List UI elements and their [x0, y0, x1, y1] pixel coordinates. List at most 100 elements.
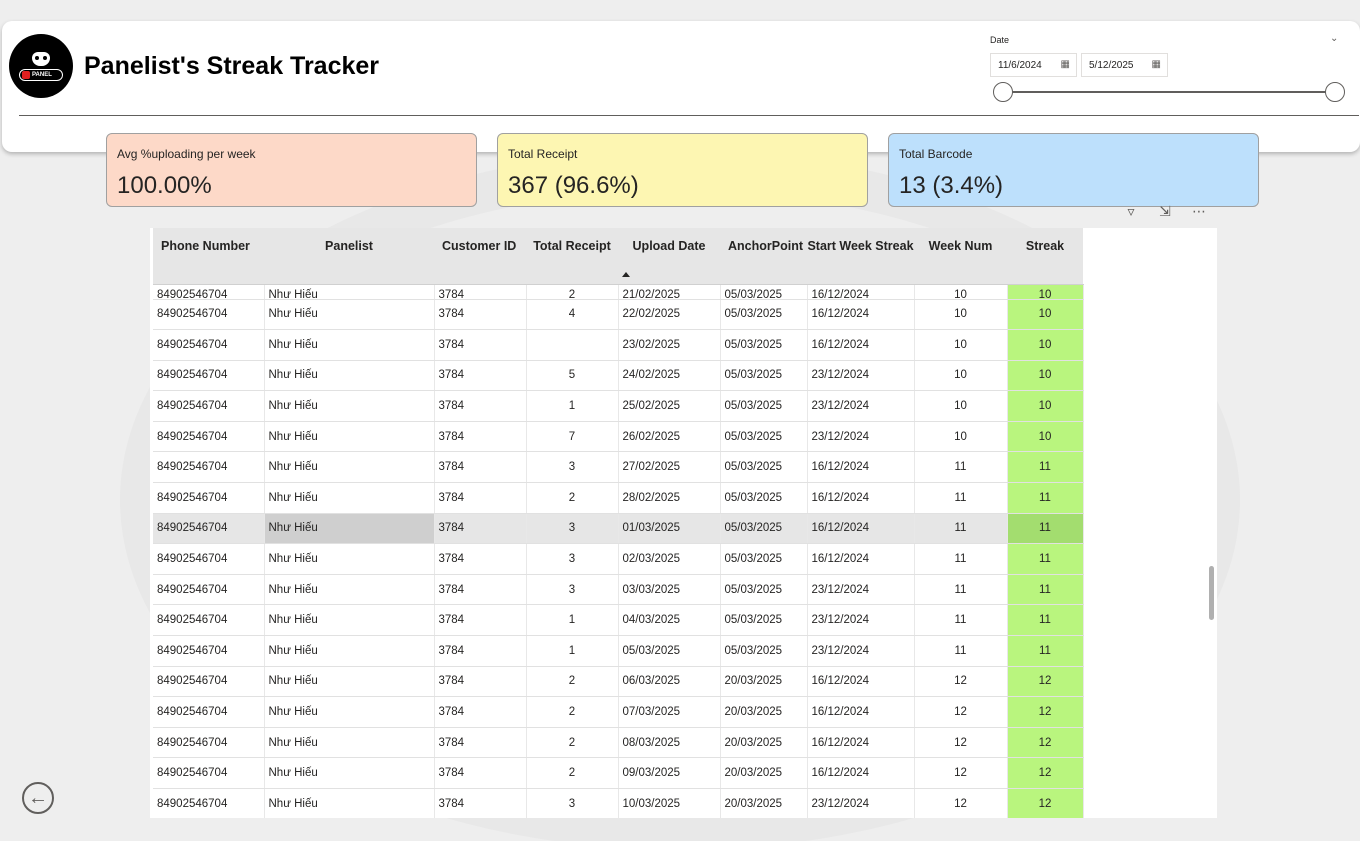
table-cell[interactable]: 26/02/2025 — [618, 421, 721, 453]
table-cell[interactable]: 20/03/2025 — [720, 788, 808, 818]
filter-icon[interactable]: ▿ — [1120, 200, 1142, 222]
table-cell[interactable]: 3 — [526, 788, 619, 818]
table-row[interactable]: 84902546704 Như Hiếu 3784 2 08/03/2025 20/03/… — [153, 727, 1084, 759]
table-cell[interactable]: 3784 — [434, 574, 527, 606]
table-cell[interactable]: 84902546704 — [153, 360, 265, 392]
table-cell[interactable]: 2 — [526, 727, 619, 759]
table-cell[interactable]: 2 — [526, 482, 619, 514]
table-cell[interactable]: 84902546704 — [153, 482, 265, 514]
table-row[interactable]: 84902546704 Như Hiếu 3784 3 01/03/2025 05/03/… — [153, 513, 1084, 545]
start-date-input[interactable]: 11/6/2024 ▦ — [990, 53, 1077, 77]
table-cell[interactable]: 06/03/2025 — [618, 666, 721, 698]
table-cell[interactable]: 05/03/2025 — [720, 360, 808, 392]
table-cell[interactable]: 23/12/2024 — [807, 574, 915, 606]
table-cell[interactable]: 7 — [526, 421, 619, 453]
table-cell[interactable]: 16/12/2024 — [807, 482, 915, 514]
table-cell[interactable]: 20/03/2025 — [720, 696, 808, 728]
table-cell[interactable]: 3784 — [434, 696, 527, 728]
table-row[interactable]: 84902546704 Như Hiếu 3784 1 25/02/2025 05/03/… — [153, 390, 1084, 422]
table-cell[interactable]: 84902546704 — [153, 329, 265, 361]
table-cell[interactable]: 05/03/2025 — [720, 451, 808, 484]
table-cell[interactable]: 11 — [914, 574, 1008, 606]
table-cell[interactable]: 04/03/2025 — [618, 604, 721, 637]
table-cell[interactable]: 10 — [1007, 299, 1084, 331]
table-cell[interactable]: 23/12/2024 — [807, 360, 915, 392]
date-slider-start-handle[interactable] — [993, 82, 1013, 102]
table-cell[interactable]: 10 — [914, 299, 1008, 331]
table-cell[interactable]: 2 — [526, 284, 619, 300]
table-cell[interactable]: Như Hiếu — [264, 604, 435, 637]
table-cell[interactable]: 16/12/2024 — [807, 329, 915, 361]
table-cell[interactable]: 11 — [1007, 513, 1084, 545]
table-cell[interactable]: 3784 — [434, 284, 527, 300]
table-cell[interactable]: 02/03/2025 — [618, 543, 721, 575]
table-cell[interactable]: 84902546704 — [153, 390, 265, 422]
table-cell[interactable]: 12 — [914, 757, 1008, 789]
table-cell[interactable]: 3784 — [434, 635, 527, 667]
table-row[interactable]: 84902546704 Như Hiếu 3784 3 10/03/2025 20/03/… — [153, 788, 1084, 818]
table-cell[interactable]: 11 — [1007, 482, 1084, 514]
table-cell[interactable]: 10 — [914, 284, 1008, 300]
table-cell[interactable]: 05/03/2025 — [618, 635, 721, 667]
table-cell[interactable]: 10 — [914, 360, 1008, 392]
table-cell[interactable]: 01/03/2025 — [618, 513, 721, 545]
table-row[interactable]: 84902546704 Như Hiếu 3784 2 07/03/2025 20/03/… — [153, 696, 1084, 728]
table-cell[interactable]: 12 — [1007, 696, 1084, 728]
table-cell[interactable]: 20/03/2025 — [720, 666, 808, 698]
table-cell[interactable]: 10 — [914, 421, 1008, 453]
table-cell[interactable]: 3784 — [434, 451, 527, 484]
table-cell[interactable]: 16/12/2024 — [807, 666, 915, 698]
table-cell[interactable]: 16/12/2024 — [807, 284, 915, 300]
table-row[interactable]: 84902546704 Như Hiếu 3784 2 09/03/2025 20/03/… — [153, 757, 1084, 789]
table-cell[interactable]: 10 — [1007, 329, 1084, 361]
table-cell[interactable]: 3784 — [434, 757, 527, 789]
table-cell[interactable]: 12 — [1007, 666, 1084, 698]
table-cell[interactable]: 27/02/2025 — [618, 451, 721, 484]
table-cell[interactable]: 11 — [914, 482, 1008, 514]
table-cell[interactable]: 08/03/2025 — [618, 727, 721, 759]
column-header[interactable]: Phone Number — [153, 228, 264, 285]
table-cell[interactable]: 16/12/2024 — [807, 513, 915, 545]
table-cell[interactable]: 10 — [1007, 360, 1084, 392]
table-cell[interactable]: 05/03/2025 — [720, 390, 808, 422]
table-cell[interactable]: 05/03/2025 — [720, 574, 808, 606]
column-header[interactable]: Week Num — [914, 228, 1007, 285]
table-cell[interactable]: 3784 — [434, 604, 527, 637]
table-cell[interactable]: 05/03/2025 — [720, 513, 808, 545]
table-cell[interactable]: 84902546704 — [153, 421, 265, 453]
table-row[interactable]: 84902546704 Như Hiếu 3784 2 06/03/2025 20/03/… — [153, 666, 1084, 698]
table-cell[interactable]: 25/02/2025 — [618, 390, 721, 422]
table-cell[interactable]: 3 — [526, 543, 619, 575]
table-cell[interactable]: 12 — [914, 788, 1008, 818]
table-row[interactable]: 84902546704 Như Hiếu 3784 1 05/03/2025 05/03/… — [153, 635, 1084, 667]
calendar-icon[interactable]: ▦ — [1152, 59, 1161, 70]
table-cell[interactable]: Như Hiếu — [264, 574, 435, 606]
table-cell[interactable]: 84902546704 — [153, 574, 265, 606]
table-cell[interactable]: 84902546704 — [153, 757, 265, 789]
table-cell[interactable]: 3784 — [434, 513, 527, 545]
table-cell[interactable]: Như Hiếu — [264, 284, 435, 300]
table-cell[interactable]: Như Hiếu — [264, 390, 435, 422]
column-header[interactable]: Total Receipt — [526, 228, 618, 285]
table-cell[interactable]: 23/12/2024 — [807, 421, 915, 453]
table-cell[interactable]: 3784 — [434, 666, 527, 698]
table-cell[interactable]: 84902546704 — [153, 696, 265, 728]
table-cell[interactable]: 3784 — [434, 360, 527, 392]
table-cell[interactable]: 2 — [526, 666, 619, 698]
table-cell[interactable]: 3784 — [434, 543, 527, 575]
table-cell[interactable]: 16/12/2024 — [807, 543, 915, 575]
table-cell[interactable]: Như Hiếu — [264, 482, 435, 514]
table-cell[interactable]: 05/03/2025 — [720, 299, 808, 331]
table-cell[interactable]: 84902546704 — [153, 451, 265, 484]
table-cell[interactable]: 11 — [914, 635, 1008, 667]
table-cell[interactable]: 22/02/2025 — [618, 299, 721, 331]
table-cell[interactable]: 10 — [914, 329, 1008, 361]
table-cell[interactable]: 28/02/2025 — [618, 482, 721, 514]
table-cell[interactable]: 10 — [1007, 390, 1084, 422]
table-cell[interactable]: 03/03/2025 — [618, 574, 721, 606]
table-cell[interactable]: 23/02/2025 — [618, 329, 721, 361]
table-cell[interactable]: 84902546704 — [153, 635, 265, 667]
more-options-icon[interactable]: ⋯ — [1188, 200, 1210, 222]
table-cell[interactable]: Như Hiếu — [264, 666, 435, 698]
back-button[interactable]: ← — [22, 782, 54, 814]
